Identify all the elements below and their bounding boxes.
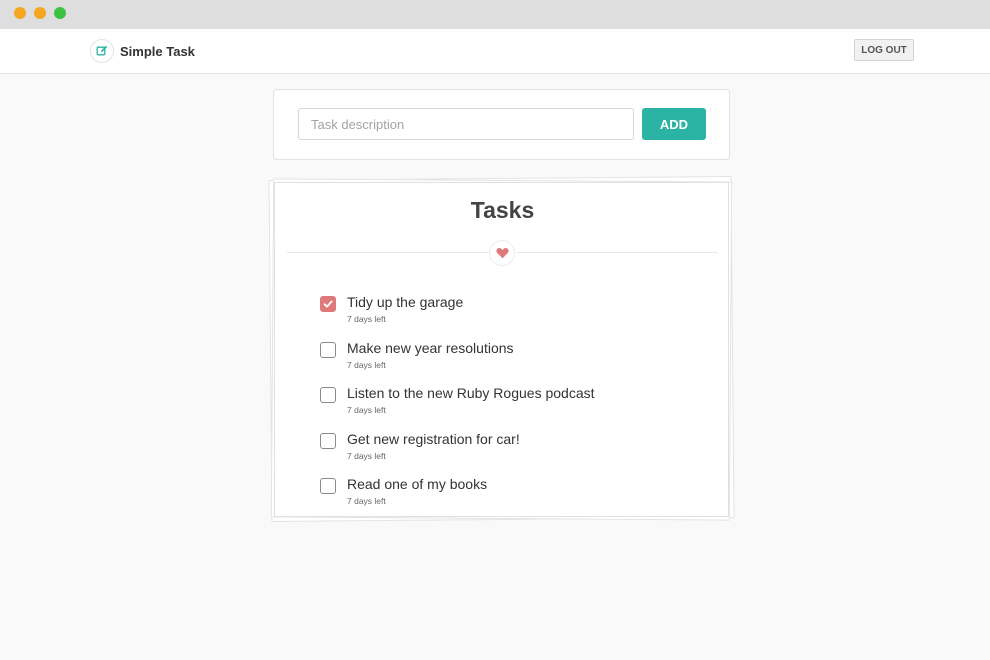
add-task-button[interactable]: ADD bbox=[642, 108, 706, 140]
task-due: 7 days left bbox=[347, 405, 386, 415]
tasks-card: Tasks Tidy up the garage 7 days left Make … bbox=[274, 182, 729, 517]
divider bbox=[517, 252, 718, 253]
task-description-input[interactable] bbox=[298, 108, 634, 140]
window-close-button[interactable] bbox=[14, 7, 26, 19]
window-maximize-button[interactable] bbox=[54, 7, 66, 19]
task-item: Read one of my books 7 days left bbox=[320, 475, 700, 521]
task-label[interactable]: Get new registration for car! bbox=[347, 431, 520, 447]
task-item: Make new year resolutions 7 days left bbox=[320, 339, 700, 385]
checkmark-icon bbox=[323, 300, 333, 308]
task-due: 7 days left bbox=[347, 450, 386, 461]
add-task-form: ADD bbox=[273, 89, 730, 160]
task-item: Listen to the new Ruby Rogues podcast 7 d… bbox=[320, 384, 700, 430]
task-label[interactable]: Read one of my books bbox=[347, 476, 487, 492]
brand-name: Simple Task bbox=[120, 43, 195, 59]
tasks-title: Tasks bbox=[470, 197, 535, 223]
divider bbox=[287, 252, 489, 253]
task-item: Tidy up the garage 7 days left bbox=[320, 293, 700, 339]
task-label[interactable]: Listen to the new Ruby Rogues podcast bbox=[347, 385, 595, 401]
task-due: 7 days left bbox=[347, 496, 386, 506]
task-checkbox[interactable] bbox=[320, 478, 336, 494]
task-checkbox[interactable] bbox=[320, 432, 336, 449]
brand[interactable]: Simple Task bbox=[90, 39, 195, 63]
window-titlebar bbox=[0, 0, 990, 29]
task-label[interactable]: Tidy up the garage bbox=[347, 294, 463, 310]
task-checkbox[interactable] bbox=[320, 387, 336, 403]
task-due: 7 days left bbox=[347, 314, 386, 324]
task-checkbox[interactable] bbox=[320, 341, 336, 358]
heart-badge bbox=[489, 240, 515, 266]
task-checkbox[interactable] bbox=[320, 296, 336, 312]
top-navbar: Simple Task LOG OUT bbox=[0, 29, 990, 74]
edit-pencil-icon bbox=[90, 39, 114, 63]
window-minimize-button[interactable] bbox=[34, 7, 46, 19]
task-due: 7 days left bbox=[347, 359, 386, 370]
heart-icon bbox=[495, 248, 509, 259]
task-list: Tidy up the garage 7 days left Make new ye… bbox=[320, 293, 700, 521]
task-label[interactable]: Make new year resolutions bbox=[347, 340, 514, 356]
logout-button[interactable]: LOG OUT bbox=[854, 39, 914, 61]
task-item: Get new registration for car! 7 days left bbox=[320, 430, 700, 476]
